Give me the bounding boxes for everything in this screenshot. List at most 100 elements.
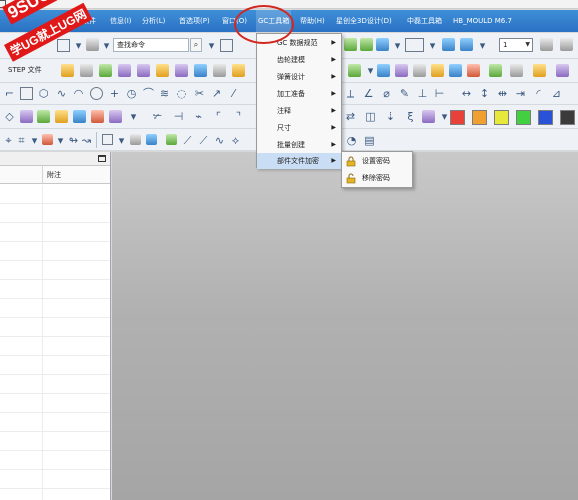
arc-icon[interactable]: ◠ <box>72 87 85 100</box>
dropdown-arrow-icon[interactable]: ▾ <box>100 39 113 52</box>
spline-icon[interactable]: ∿ <box>55 87 68 100</box>
command-search-input[interactable]: 查找命令 <box>113 38 189 52</box>
arc-length-icon[interactable]: ◜ <box>532 87 545 100</box>
join-curve-icon[interactable]: ⌁ <box>192 110 205 123</box>
trim-body-icon[interactable] <box>395 64 408 77</box>
move-object-icon[interactable] <box>442 38 455 51</box>
snap-quadrant-icon[interactable]: ⟡ <box>230 134 241 147</box>
menu-item-gear-modeling[interactable]: 齿轮建模 ▶ <box>257 52 341 68</box>
linear-dimension-icon[interactable]: ↔ <box>460 87 473 100</box>
dropdown-arrow-icon[interactable]: ▾ <box>205 39 218 52</box>
edge-blend-icon[interactable] <box>533 64 546 77</box>
mesh-surface-icon[interactable] <box>118 64 131 77</box>
menu-item-remove-password[interactable]: 移除密码 <box>342 170 412 187</box>
split-face-icon[interactable]: ⊣ <box>172 110 185 123</box>
color-swatch-green[interactable] <box>516 110 531 125</box>
table-row[interactable] <box>0 375 110 394</box>
color-swatch-yellow[interactable] <box>494 110 509 125</box>
note-icon[interactable]: ✎ <box>398 87 411 100</box>
through-curves-icon[interactable] <box>137 64 150 77</box>
select-face-icon[interactable]: ↬ <box>68 134 79 147</box>
vertical-dimension-icon[interactable]: ↕ <box>478 87 491 100</box>
select-component-icon[interactable] <box>130 134 141 145</box>
table-row[interactable] <box>0 299 110 318</box>
table-row[interactable] <box>0 280 110 299</box>
snap-point-on-face-icon[interactable]: ▤ <box>364 134 375 147</box>
bridge-surface-icon[interactable] <box>91 110 104 123</box>
hole-icon[interactable] <box>449 64 462 77</box>
maximize-icon[interactable] <box>98 155 106 162</box>
point-icon[interactable] <box>348 64 361 77</box>
studio-surface-icon[interactable] <box>175 64 188 77</box>
subtract-icon[interactable] <box>467 64 480 77</box>
dropdown-arrow-icon[interactable]: ▾ <box>55 134 66 147</box>
chamfer-dimension-icon[interactable]: ⊿ <box>550 87 563 100</box>
background-color-icon[interactable] <box>405 38 424 52</box>
menu-preferences[interactable]: 首选项(P) <box>177 10 212 32</box>
table-row[interactable] <box>0 394 110 413</box>
intersect-icon[interactable] <box>510 64 523 77</box>
select-solid-icon[interactable] <box>146 134 157 145</box>
table-row[interactable] <box>0 432 110 451</box>
menu-help[interactable]: 帮助(H) <box>298 10 327 32</box>
chamfer-curve-icon[interactable]: ⌒ <box>142 87 155 100</box>
color-swatch-red[interactable] <box>450 110 465 125</box>
menu-item-machining-prep[interactable]: 加工准备 ▶ <box>257 86 341 102</box>
select-filter-icon[interactable]: ⌖ <box>3 134 14 147</box>
chain-dimension-icon[interactable]: ⇹ <box>496 87 509 100</box>
table-row[interactable] <box>0 185 110 204</box>
menu-info[interactable]: 信息(I) <box>108 10 134 32</box>
plane-icon[interactable]: ◇ <box>3 110 16 123</box>
circle-icon[interactable] <box>90 87 103 100</box>
column-note-header[interactable]: 附注 <box>42 166 61 184</box>
menu-item-spring-design[interactable]: 弹簧设计 ▶ <box>257 69 341 85</box>
dropdown-arrow-icon[interactable]: ▾ <box>364 64 377 77</box>
dropdown-arrow-icon[interactable]: ▾ <box>127 110 140 123</box>
table-row[interactable] <box>0 261 110 280</box>
datum-icon[interactable]: ⊥ <box>416 87 429 100</box>
offset-face-icon[interactable] <box>413 64 426 77</box>
table-row[interactable] <box>0 489 110 500</box>
table-row[interactable] <box>0 242 110 261</box>
select-edge-icon[interactable]: ↝ <box>81 134 92 147</box>
table-row[interactable] <box>0 318 110 337</box>
cross-point-icon[interactable]: + <box>108 87 121 100</box>
menu-zhonglei-toolbox[interactable]: 中磊工具箱 <box>405 10 444 32</box>
extension-surface-icon[interactable] <box>73 110 86 123</box>
table-row[interactable] <box>0 223 110 242</box>
color-swatch-orange[interactable] <box>472 110 487 125</box>
select-feature-icon[interactable] <box>42 134 53 145</box>
menu-item-batch-create[interactable]: 批量创建 ▶ <box>257 137 341 153</box>
draft-analysis-icon[interactable]: ⇣ <box>384 110 397 123</box>
dimension-icon[interactable]: ⟂ <box>344 87 357 100</box>
table-row[interactable] <box>0 204 110 223</box>
offset-curve-icon[interactable]: ≋ <box>158 87 171 100</box>
trim-curve-icon[interactable]: ✂ <box>193 87 206 100</box>
dropdown-arrow-icon[interactable]: ▾ <box>29 134 40 147</box>
bounded-plane-icon[interactable] <box>20 110 33 123</box>
menu-item-annotation[interactable]: 注释 ▶ <box>257 103 341 119</box>
trim-sheet-icon[interactable]: ✃ <box>151 110 164 123</box>
table-row[interactable] <box>0 356 110 375</box>
line-icon[interactable]: ⌐ <box>3 87 16 100</box>
rectangle-icon[interactable] <box>20 87 33 100</box>
menu-item-dimension[interactable]: 尺寸 ▶ <box>257 120 341 136</box>
unite-icon[interactable] <box>489 64 502 77</box>
table-row[interactable] <box>0 470 110 489</box>
snap-line-icon[interactable]: ⟋ <box>198 134 209 147</box>
fit-view-icon[interactable] <box>220 39 233 52</box>
sweep-icon[interactable] <box>156 64 169 77</box>
dropdown-arrow-icon[interactable]: ▾ <box>426 39 439 52</box>
snap-midpoint-icon[interactable]: ⟋ <box>182 134 193 147</box>
dropdown-arrow-icon[interactable]: ▾ <box>476 39 489 52</box>
face-analysis-icon[interactable] <box>422 110 435 123</box>
surface-icon[interactable] <box>99 64 112 77</box>
shaded-view-icon[interactable] <box>344 38 357 51</box>
menu-3d-design[interactable]: 星创全3D设计(D) <box>334 10 394 32</box>
wireframe-view-icon[interactable] <box>360 38 373 51</box>
layer-settings-icon[interactable] <box>540 38 553 51</box>
cylinder-icon[interactable] <box>194 64 207 77</box>
snap-arc-center-icon[interactable]: ∿ <box>214 134 225 147</box>
baseline-dimension-icon[interactable]: ⇥ <box>514 87 527 100</box>
ruled-surface-icon[interactable] <box>37 110 50 123</box>
